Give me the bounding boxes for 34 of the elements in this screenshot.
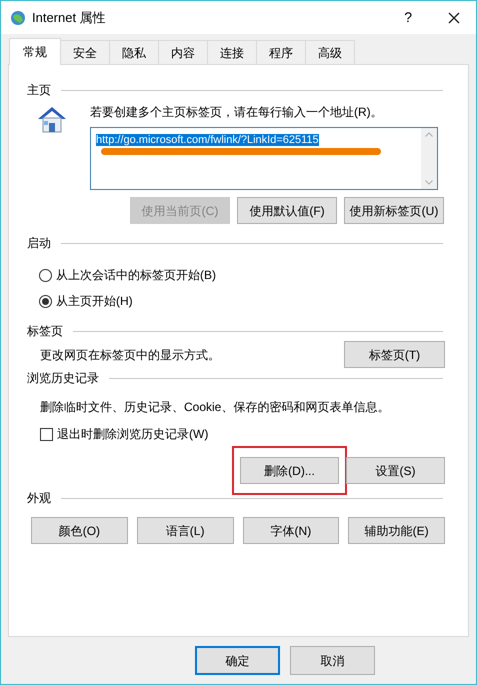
checkbox[interactable] [40,428,53,440]
radio-label: 从主页开始(H) [56,293,133,310]
instruction-text: 若要创建多个主页标签页，请在每行输入一个地址(R)。 [90,104,384,121]
tab[interactable]: 高级 [305,40,355,64]
description-text: 删除临时文件、历史记录、Cookie、保存的密码和网页表单信息。 [40,399,390,416]
radio-button[interactable] [39,294,52,308]
button[interactable]: 使用新标签页(U) [344,197,444,224]
button[interactable]: 使用默认值(F) [237,197,337,224]
button[interactable]: 确定 [195,646,280,675]
section-heading: 外观 [27,490,51,507]
button[interactable]: 颜色(O) [31,517,128,544]
url-text: http://go.microsoft.com/fwlink/?LinkId=625115 [96,134,319,146]
section-heading: 主页 [27,82,51,99]
window-title: Internet 属性 [32,8,106,27]
radio-label: 从上次会话中的标签页开始(B) [56,267,216,284]
section-heading: 启动 [27,235,51,252]
close-icon[interactable] [448,12,460,24]
button[interactable]: 语言(L) [136,517,234,544]
button[interactable]: 删除(D)... [240,457,339,484]
help-button[interactable]: ? [404,7,412,28]
section-heading: 浏览历史记录 [27,370,99,387]
button: 使用当前页(C) [130,197,230,224]
description-text: 更改网页在标签页中的显示方式。 [40,346,220,364]
button[interactable]: 取消 [290,646,375,675]
button[interactable]: 辅助功能(E) [348,517,445,544]
tab[interactable]: 常规 [9,38,61,65]
globe-icon [10,10,26,26]
house-icon [36,104,68,134]
button[interactable]: 标签页(T) [344,341,445,368]
section-heading: 标签页 [27,323,63,340]
button[interactable]: 设置(S) [346,457,445,484]
radio-button[interactable] [39,268,52,282]
button[interactable]: 字体(N) [242,517,340,544]
checkbox-label: 退出时删除浏览历史记录(W) [57,426,208,443]
